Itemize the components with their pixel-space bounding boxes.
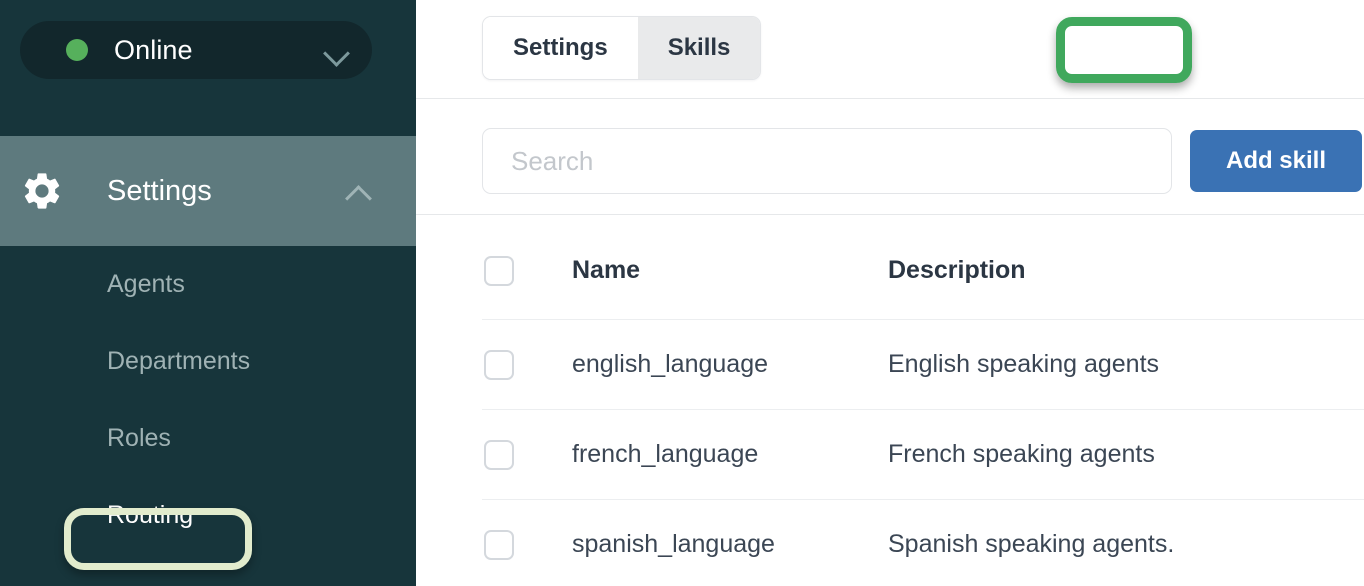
divider-below-tabs [416,98,1364,99]
select-all-cell [482,255,572,286]
sidebar: Online Settings Agents Departments Roles [0,0,416,586]
sidebar-nav-list: Agents Departments Roles Routing [0,246,416,554]
main-content: Settings Skills Add skill Name Descripti… [416,0,1364,586]
status-online-dot [66,39,88,61]
sidebar-item-routing[interactable]: Routing [0,477,416,554]
tab-skills[interactable]: Skills [637,17,761,79]
sidebar-item-label: Routing [107,501,194,529]
table-row[interactable]: french_language French speaking agents [482,410,1364,500]
tab-settings-label: Settings [513,34,608,61]
sidebar-section-label: Settings [107,174,212,207]
row-checkbox[interactable] [484,439,514,470]
cell-skill-description: French speaking agents [888,440,1155,468]
row-select-cell [482,439,572,470]
table-row[interactable]: spanish_language Spanish speaking agents… [482,500,1364,586]
sidebar-section-settings[interactable]: Settings [0,136,416,246]
status-label: Online [114,34,193,65]
cell-skill-description: Spanish speaking agents. [888,530,1175,558]
cell-skill-description: English speaking agents [888,350,1160,378]
divider-below-toolbar [416,214,1364,215]
status-selector[interactable]: Online [20,21,372,79]
search-input[interactable] [482,128,1172,194]
sidebar-item-label: Departments [107,347,251,375]
tab-skills-label: Skills [667,34,731,61]
select-all-checkbox[interactable] [484,255,514,286]
column-header-name: Name [572,256,641,284]
sidebar-item-label: Roles [107,424,171,452]
row-select-cell [482,349,572,380]
gear-icon [20,169,64,213]
row-select-cell [482,529,572,560]
sidebar-item-label: Agents [107,270,185,298]
cell-skill-name: english_language [572,350,769,378]
sidebar-item-departments[interactable]: Departments [0,323,416,400]
sidebar-item-roles[interactable]: Roles [0,400,416,477]
highlight-ring-skills-tab [1056,17,1192,83]
toolbar: Add skill [482,128,1362,194]
table-header-row: Name Description [482,222,1364,320]
column-header-description: Description [888,256,1026,284]
skills-table: Name Description english_language Englis… [482,222,1364,586]
tab-group: Settings Skills [482,16,762,80]
chevron-down-icon [324,43,350,58]
tab-settings[interactable]: Settings [483,17,638,79]
add-skill-button[interactable]: Add skill [1190,130,1362,192]
cell-skill-name: spanish_language [572,530,775,558]
table-row[interactable]: english_language English speaking agents [482,320,1364,410]
chevron-up-icon [346,184,372,199]
row-checkbox[interactable] [484,349,514,380]
sidebar-item-agents[interactable]: Agents [0,246,416,323]
app-window: Online Settings Agents Departments Roles [0,0,1364,586]
cell-skill-name: french_language [572,440,759,468]
row-checkbox[interactable] [484,529,514,560]
